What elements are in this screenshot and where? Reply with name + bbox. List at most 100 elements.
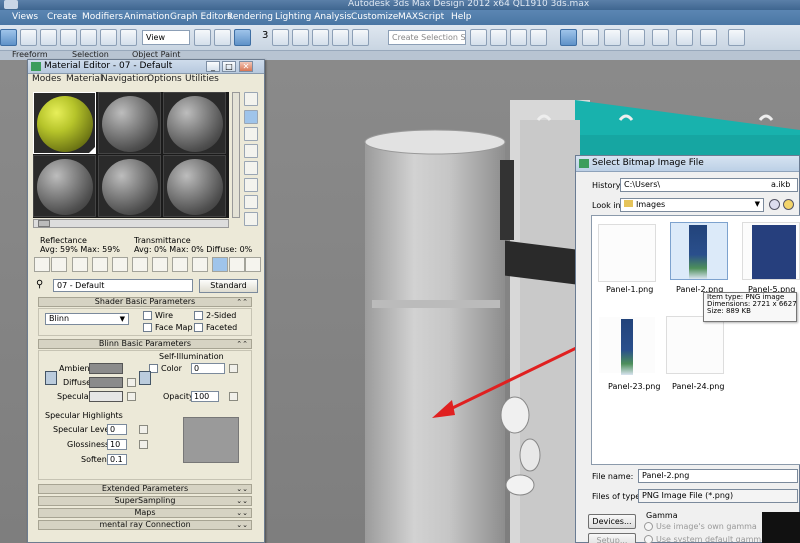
opacity-map-button[interactable] (229, 392, 238, 401)
render-iterative-icon[interactable] (700, 29, 717, 46)
file-thumb-panel-5[interactable] (742, 222, 800, 280)
go-to-parent-icon[interactable] (212, 257, 228, 272)
layer-manager-icon[interactable] (510, 29, 527, 46)
menu-maxscript[interactable]: MAXScript (398, 12, 444, 22)
diffuse-map-button[interactable] (127, 378, 136, 387)
lock-diffuse-specular-icon[interactable] (139, 371, 151, 385)
gamma-system-radio[interactable] (644, 535, 653, 543)
menu-lighting-analysis[interactable]: Lighting Analysis (275, 12, 351, 22)
back-icon[interactable] (769, 199, 780, 210)
file-thumb-panel-24[interactable] (666, 316, 724, 374)
eyedropper-icon[interactable]: ⚲ (36, 279, 43, 290)
file-thumb-panel-23[interactable] (598, 316, 656, 375)
dialog-title-bar[interactable]: Select Bitmap Image File (576, 156, 799, 172)
sample-slot-5[interactable] (98, 155, 161, 217)
menu-material[interactable]: Material (66, 74, 103, 84)
self-illum-value-input[interactable]: 0 (191, 363, 225, 374)
setup-button[interactable]: Setup... (588, 533, 636, 543)
up-folder-icon[interactable] (783, 199, 794, 210)
sample-slot-3[interactable] (163, 92, 226, 154)
align-icon[interactable] (490, 29, 507, 46)
mirror-icon[interactable] (470, 29, 487, 46)
make-preview-icon[interactable] (244, 178, 258, 192)
slots-horizontal-scrollbar[interactable] (33, 219, 229, 228)
angle-snap-icon[interactable] (272, 29, 289, 46)
maximize-button[interactable]: □ (222, 61, 236, 72)
ambient-color-swatch[interactable] (89, 363, 123, 374)
show-map-icon[interactable] (172, 257, 188, 272)
show-end-result-icon[interactable] (192, 257, 208, 272)
sample-slot-2[interactable] (98, 92, 161, 154)
snap-toggle-label[interactable]: 3 (262, 30, 268, 41)
scale-icon[interactable] (120, 29, 137, 46)
sample-slot-6[interactable] (163, 155, 226, 217)
select-link-icon[interactable] (20, 29, 37, 46)
files-of-type-dropdown[interactable]: PNG Image File (*.png) (638, 489, 798, 503)
menu-rendering[interactable]: Rendering (227, 12, 273, 22)
sample-type-icon[interactable] (244, 92, 258, 106)
devices-button[interactable]: Devices... (588, 514, 636, 529)
file-name-input[interactable]: Panel-2.png (638, 469, 798, 483)
make-unique-icon[interactable] (112, 257, 128, 272)
render-setup-icon[interactable] (628, 29, 645, 46)
graphite-tools-icon[interactable] (530, 29, 547, 46)
glossiness-map-button[interactable] (139, 440, 148, 449)
edit-named-sets-icon[interactable] (332, 29, 349, 46)
lock-ambient-diffuse-icon[interactable] (45, 371, 57, 385)
menu-help[interactable]: Help (451, 12, 472, 22)
ribbon-tab-object-paint[interactable]: Object Paint (132, 50, 180, 59)
rotate-icon[interactable] (100, 29, 117, 46)
ribbon-tab-freeform[interactable]: Freeform (12, 50, 48, 59)
rollout-blinn-basic[interactable]: Blinn Basic Parameters ⌃⌃ (38, 339, 252, 349)
select-region-icon[interactable] (60, 29, 77, 46)
look-in-dropdown[interactable]: Images ▼ (620, 198, 764, 212)
file-thumb-panel-2[interactable] (670, 222, 728, 280)
percent-snap-icon[interactable] (292, 29, 309, 46)
render-production-icon[interactable] (676, 29, 693, 46)
glossiness-input[interactable]: 10 (107, 439, 127, 450)
wire-checkbox[interactable] (143, 311, 152, 320)
reset-map-icon[interactable] (92, 257, 108, 272)
rollout-shader-basic[interactable]: Shader Basic Parameters ⌃⌃ (38, 297, 252, 307)
specular-level-map-button[interactable] (139, 425, 148, 434)
soften-input[interactable]: 0.1 (107, 454, 127, 465)
video-color-check-icon[interactable] (244, 161, 258, 175)
gamma-own-radio[interactable] (644, 522, 653, 531)
close-button[interactable]: ✕ (239, 61, 253, 72)
material-editor-title-bar[interactable]: Material Editor - 07 - Default _ □ ✕ (28, 60, 264, 74)
diffuse-color-swatch[interactable] (89, 377, 123, 388)
reference-coordinate-dropdown[interactable]: View (142, 30, 190, 45)
sample-slot-4[interactable] (33, 155, 96, 217)
faceted-checkbox[interactable] (194, 323, 203, 332)
menu-graph-editors[interactable]: Graph Editors (170, 12, 232, 22)
schematic-view-icon[interactable] (582, 29, 599, 46)
window-crossing-icon[interactable] (80, 29, 97, 46)
app-logo-icon[interactable] (4, 0, 18, 9)
menu-modes[interactable]: Modes (32, 74, 61, 84)
teapot-render-icon[interactable] (728, 29, 745, 46)
keyboard-shortcut-icon[interactable] (234, 29, 251, 46)
menu-options[interactable]: Options (147, 74, 182, 84)
unlink-icon[interactable] (40, 29, 57, 46)
assign-material-icon[interactable] (72, 257, 88, 272)
material-type-button[interactable]: Standard (199, 279, 258, 293)
pivot-icon[interactable] (194, 29, 211, 46)
specular-color-swatch[interactable] (89, 391, 123, 402)
backlight-icon[interactable] (244, 110, 258, 124)
pick-material-icon[interactable] (245, 257, 261, 272)
put-to-library-icon[interactable] (132, 257, 148, 272)
menu-modifiers[interactable]: Modifiers (82, 12, 123, 22)
material-name-input[interactable]: 07 - Default (53, 279, 193, 292)
get-material-icon[interactable] (34, 257, 50, 272)
file-list-view[interactable]: Panel-1.png Panel-2.png Panel-5.png Pane… (591, 215, 800, 465)
go-forward-icon[interactable] (229, 257, 245, 272)
scroll-thumb[interactable] (38, 220, 50, 227)
specular-map-button[interactable] (127, 392, 136, 401)
rollout-maps[interactable]: Maps ⌄⌄ (38, 508, 252, 518)
options-icon[interactable] (244, 195, 258, 209)
rollout-extended-parameters[interactable]: Extended Parameters ⌄⌄ (38, 484, 252, 494)
menu-utilities[interactable]: Utilities (185, 74, 219, 84)
opacity-input[interactable]: 100 (191, 391, 219, 402)
material-id-icon[interactable] (152, 257, 168, 272)
shader-type-dropdown[interactable]: Blinn ▼ (45, 313, 129, 325)
